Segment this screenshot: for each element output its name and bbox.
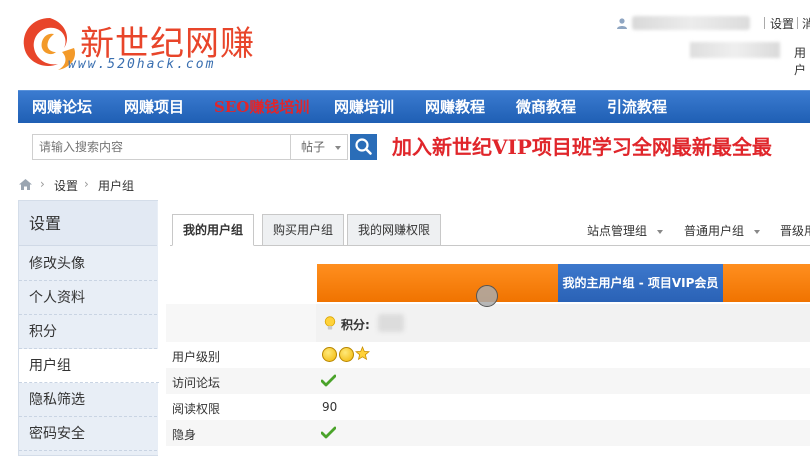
points-row: 积分: [166, 304, 810, 342]
level-smile-icon [322, 347, 337, 362]
user-group-link[interactable]: 用户 [794, 44, 810, 78]
messages-link[interactable]: 消 [802, 15, 810, 32]
nav-item-traffic-tutorials[interactable]: 引流教程 [607, 91, 667, 124]
points-label: 积分: [341, 318, 370, 332]
main-group-header: 我的主用户组 - 项目VIP会员 [558, 264, 723, 302]
nav-item-forum[interactable]: 网赚论坛 [32, 91, 92, 124]
chevron-down-icon [754, 229, 761, 234]
nav-item-projects[interactable]: 网赚项目 [124, 91, 184, 124]
dropdown-label: 普通用户组 [684, 224, 745, 238]
read-permission-value: 90 [322, 400, 338, 414]
check-icon [321, 426, 336, 439]
dropdown-label: 晋级用 [780, 224, 810, 238]
chevron-down-icon [335, 146, 341, 150]
search-input[interactable] [32, 134, 290, 160]
search-icon [355, 138, 372, 155]
row-label: 访问论坛 [172, 376, 221, 390]
username-blurred [632, 16, 750, 30]
lightbulb-icon [324, 316, 336, 330]
separator [797, 17, 798, 29]
header: 新世纪网赚 www.520hack.com 设置 消 用户 [0, 0, 810, 90]
sidebar-item-privacy[interactable]: 隐私筛选 [19, 383, 157, 417]
sidebar-item-profile[interactable]: 个人资料 [19, 281, 157, 315]
settings-sidebar: 设置 修改头像 个人资料 积分 用户组 隐私筛选 密码安全 [18, 200, 159, 456]
site-logo[interactable]: 新世纪网赚 www.520hack.com [18, 12, 288, 77]
table-row: 用户级别 [166, 342, 810, 368]
home-icon[interactable] [18, 178, 33, 191]
settings-link[interactable]: 设置 [770, 15, 794, 32]
sidebar-item-password[interactable]: 密码安全 [19, 417, 157, 451]
row-label: 阅读权限 [172, 402, 221, 416]
search-button[interactable] [350, 134, 377, 160]
chevron-down-icon [657, 229, 664, 234]
user-info-blurred [690, 42, 780, 58]
dropdown-site-admin[interactable]: 站点管理组 [587, 222, 664, 239]
breadcrumb-settings[interactable]: 设置 [54, 177, 78, 194]
search-type-label: 帖子 [301, 140, 326, 154]
row-label: 用户级别 [172, 350, 221, 364]
sidebar-item-usergroup[interactable]: 用户组 [19, 349, 159, 383]
level-star-icon [355, 346, 370, 361]
check-icon [321, 374, 336, 387]
table-row: 阅读权限 90 [166, 394, 810, 420]
search-type-select[interactable]: 帖子 [290, 134, 348, 160]
sidebar-title: 设置 [19, 201, 157, 246]
tab-buy-usergroup[interactable]: 购买用户组 [262, 214, 345, 246]
tab-my-permissions[interactable]: 我的网赚权限 [347, 214, 442, 246]
vip-promo-banner[interactable]: 加入新世纪VIP项目班学习全网最新最全最 [392, 131, 772, 160]
main-nav: 网赚论坛 网赚项目 SEO赚钱培训 网赚培训 网赚教程 微商教程 引流教程 [18, 90, 810, 123]
logo-url: www.520hack.com [68, 57, 216, 72]
mouse-cursor-indicator [476, 285, 498, 307]
table-row: 隐身 [166, 420, 810, 446]
row-label: 隐身 [172, 428, 197, 442]
user-area: 设置 消 用户 [616, 14, 810, 77]
nav-item-wechat-tutorials[interactable]: 微商教程 [516, 91, 576, 124]
dropdown-promotion[interactable]: 晋级用 [780, 222, 810, 239]
nav-item-seo-training[interactable]: SEO赚钱培训 [214, 91, 309, 124]
usergroup-tabs: 我的用户组 购买用户组 我的网赚权限 站点管理组 普通用户组 晋级用 [170, 214, 810, 246]
points-value-blurred [378, 314, 404, 332]
tab-my-usergroup[interactable]: 我的用户组 [172, 214, 255, 246]
search-bar: 帖子 [32, 134, 377, 160]
points-row-label-cell [166, 304, 316, 342]
nav-item-tutorials[interactable]: 网赚教程 [425, 91, 485, 124]
breadcrumb-separator: › [40, 177, 45, 191]
level-smile-icon [339, 347, 354, 362]
separator [764, 17, 765, 29]
nav-item-training[interactable]: 网赚培训 [334, 91, 394, 124]
sidebar-item-points[interactable]: 积分 [19, 315, 157, 349]
breadcrumb-usergroup[interactable]: 用户组 [98, 177, 134, 194]
dropdown-label: 站点管理组 [587, 224, 648, 238]
user-icon [617, 18, 627, 29]
dropdown-regular-user[interactable]: 普通用户组 [684, 222, 761, 239]
breadcrumb-separator: › [84, 177, 89, 191]
sidebar-item-avatar[interactable]: 修改头像 [19, 247, 157, 281]
table-row: 访问论坛 [166, 368, 810, 394]
